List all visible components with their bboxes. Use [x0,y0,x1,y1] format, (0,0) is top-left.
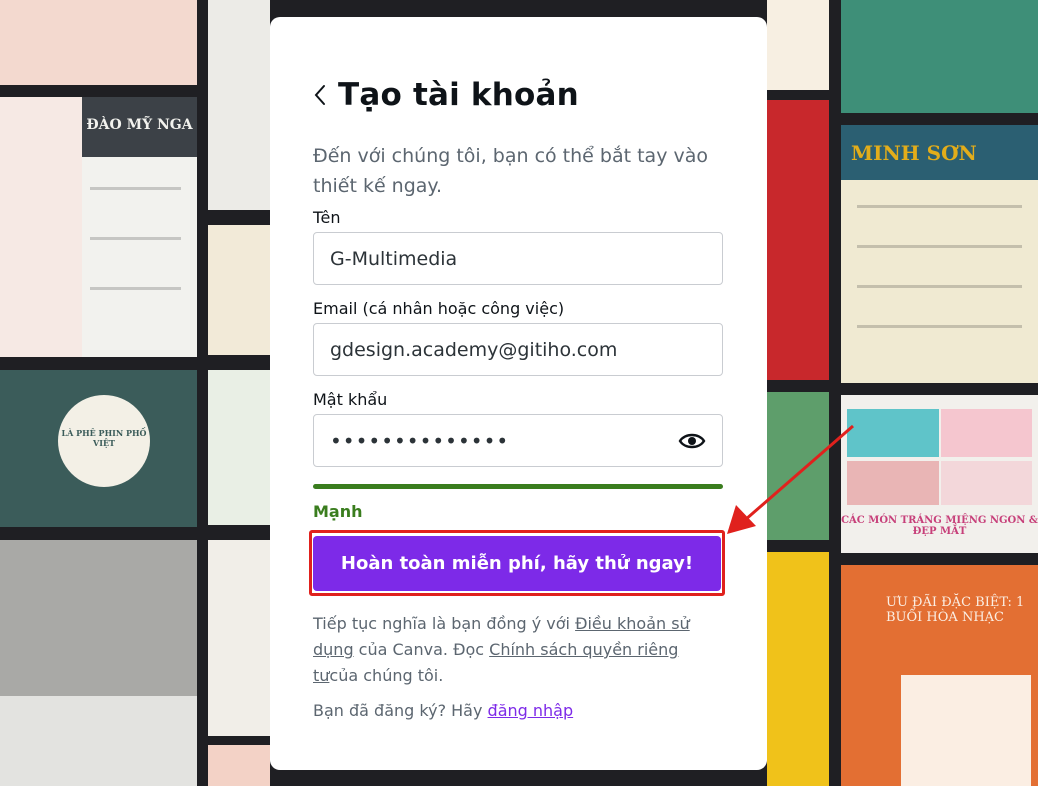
password-strength-bar [313,484,723,489]
template-thumbnail[interactable]: ĐÀO MỸ NGA [0,97,197,357]
signin-text: Bạn đã đăng ký? Hãy đăng nhập [313,701,573,720]
name-value: G-Multimedia [330,247,458,270]
template-thumbnail[interactable] [0,0,197,85]
email-field[interactable]: gdesign.academy@gitiho.com [313,323,723,376]
password-strength-label: Mạnh [313,502,363,521]
terms-middle: của Canva. Đọc [353,640,490,659]
template-thumbnail[interactable] [767,392,829,540]
terms-suffix: của chúng tôi. [329,666,444,685]
template-thumbnail[interactable] [208,0,270,210]
signin-link[interactable]: đăng nhập [488,701,574,720]
name-label: Tên [313,208,341,227]
signin-prefix: Bạn đã đăng ký? Hãy [313,701,488,720]
template-thumbnail[interactable] [208,540,270,736]
template-title: ĐÀO MỸ NGA [86,117,193,133]
template-thumbnail[interactable]: CÁC MÓN TRÁNG MIỆNG NGON & ĐẸP MẮT [841,395,1038,553]
signup-button[interactable]: Hoàn toàn miễn phí, hãy thử ngay! [313,536,721,591]
email-label: Email (cá nhân hoặc công việc) [313,299,565,318]
modal-subtitle: Đến với chúng tôi, bạn có thể bắt tay và… [313,145,708,197]
template-thumbnail[interactable] [0,540,197,786]
password-field[interactable]: •••••••••••••• [313,414,723,467]
template-thumbnail[interactable] [208,225,270,355]
page-title: Tạo tài khoản [338,77,579,113]
template-thumbnail[interactable]: ƯU ĐÃI ĐẶC BIỆT: 1 BUỔI HÒA NHẠC [841,565,1038,786]
template-thumbnail[interactable] [767,0,829,90]
template-thumbnail[interactable] [841,0,1038,113]
template-title: MINH SƠN [851,141,977,165]
terms-prefix: Tiếp tục nghĩa là bạn đồng ý với [313,614,576,633]
template-title: ƯU ĐÃI ĐẶC BIỆT: 1 BUỔI HÒA NHẠC [886,595,1025,625]
terms-text: Tiếp tục nghĩa là bạn đồng ý với Điều kh… [313,611,723,689]
eye-icon[interactable] [678,431,706,451]
template-thumbnail[interactable] [767,100,829,380]
password-value: •••••••••••••• [330,428,510,453]
template-thumbnail[interactable]: LÀ PHÊ PHIN PHỐ VIỆT [0,370,197,527]
password-label: Mật khẩu [313,390,388,409]
template-thumbnail[interactable]: MINH SƠN [841,125,1038,383]
chevron-left-icon[interactable] [310,79,330,111]
template-title: CÁC MÓN TRÁNG MIỆNG NGON & ĐẸP MẮT [841,515,1038,537]
template-thumbnail[interactable] [208,745,270,786]
signup-modal: Tạo tài khoản Đến với chúng tôi, bạn có … [270,17,767,770]
modal-header: Tạo tài khoản [310,77,579,113]
email-value: gdesign.academy@gitiho.com [330,338,618,361]
template-thumbnail[interactable] [208,370,270,525]
template-thumbnail[interactable] [767,552,829,786]
name-field[interactable]: G-Multimedia [313,232,723,285]
template-title: LÀ PHÊ PHIN PHỐ VIỆT [61,428,147,448]
